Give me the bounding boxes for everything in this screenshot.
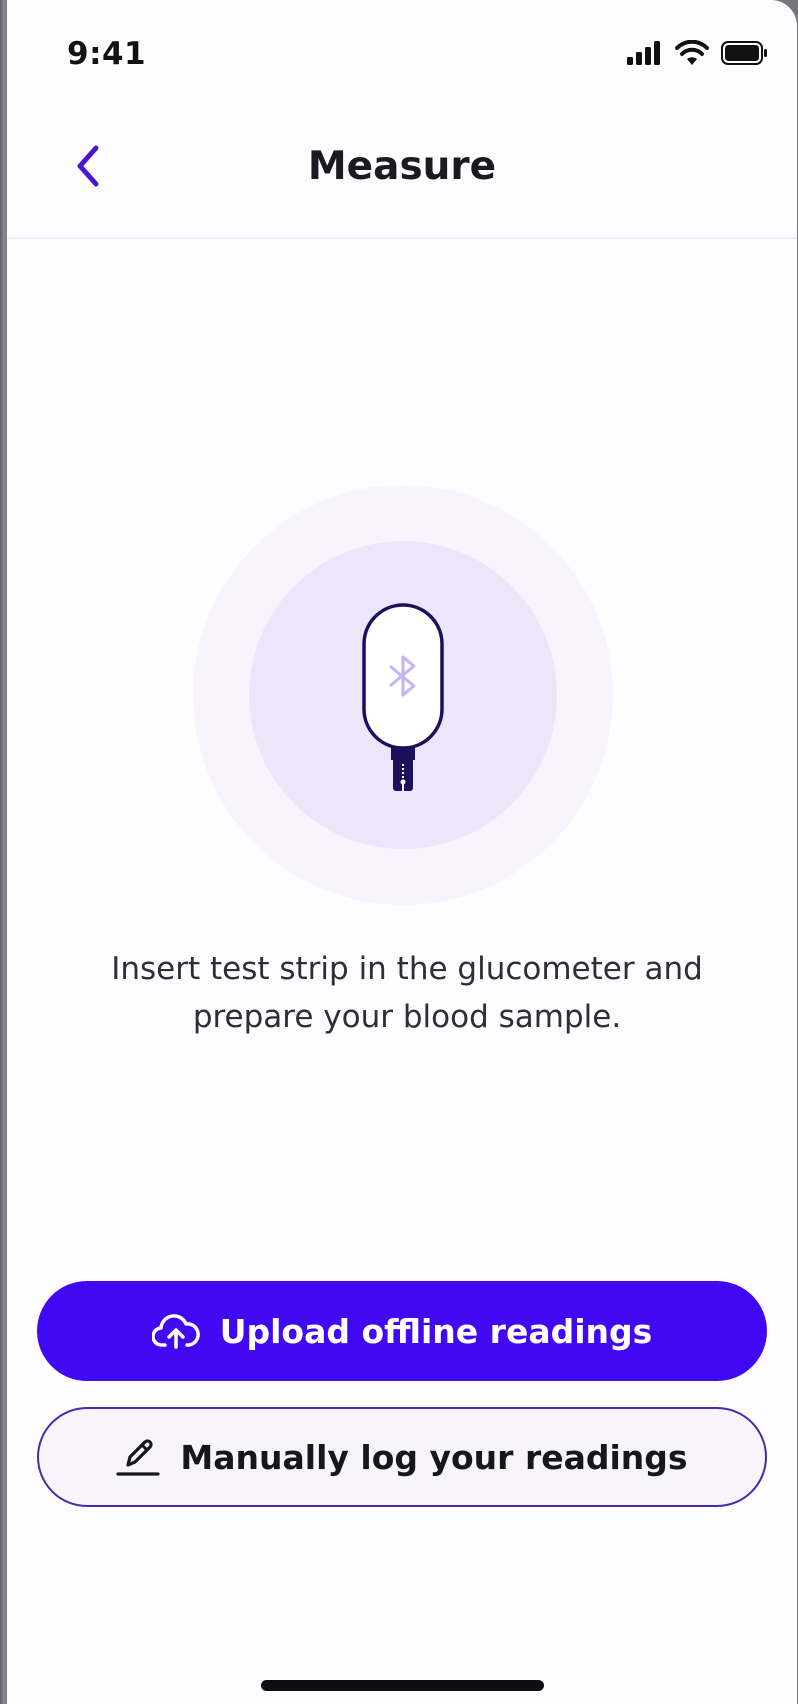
- status-icons: [627, 40, 769, 66]
- upload-offline-readings-button[interactable]: Upload offline readings: [37, 1281, 767, 1381]
- battery-icon: [721, 41, 767, 65]
- instruction-text: Insert test strip in the glucometer and …: [67, 945, 747, 1041]
- page-title: Measure: [307, 144, 497, 189]
- manual-button-label: Manually log your readings: [180, 1437, 688, 1477]
- pencil-icon: [116, 1439, 161, 1476]
- signal-icon: [627, 41, 660, 65]
- manually-log-readings-button[interactable]: Manually log your readings: [37, 1407, 767, 1507]
- status-time: 9:41: [67, 36, 147, 72]
- home-indicator: [261, 1680, 544, 1691]
- glucometer-bluetooth-icon: [362, 603, 444, 791]
- upload-button-label: Upload offline readings: [219, 1311, 653, 1351]
- wifi-icon: [675, 40, 709, 65]
- cloud-upload-icon: [151, 1314, 200, 1349]
- nav-bar: Measure: [7, 110, 797, 239]
- status-bar: 9:41: [7, 0, 797, 110]
- screen: 9:41 Measure Insert test strip in the gl…: [7, 0, 797, 1704]
- glucometer-illustration: [193, 485, 613, 905]
- instruction-line-2: prepare your blood sample.: [192, 999, 622, 1035]
- instruction-line-1: Insert test strip in the glucometer and: [111, 951, 703, 987]
